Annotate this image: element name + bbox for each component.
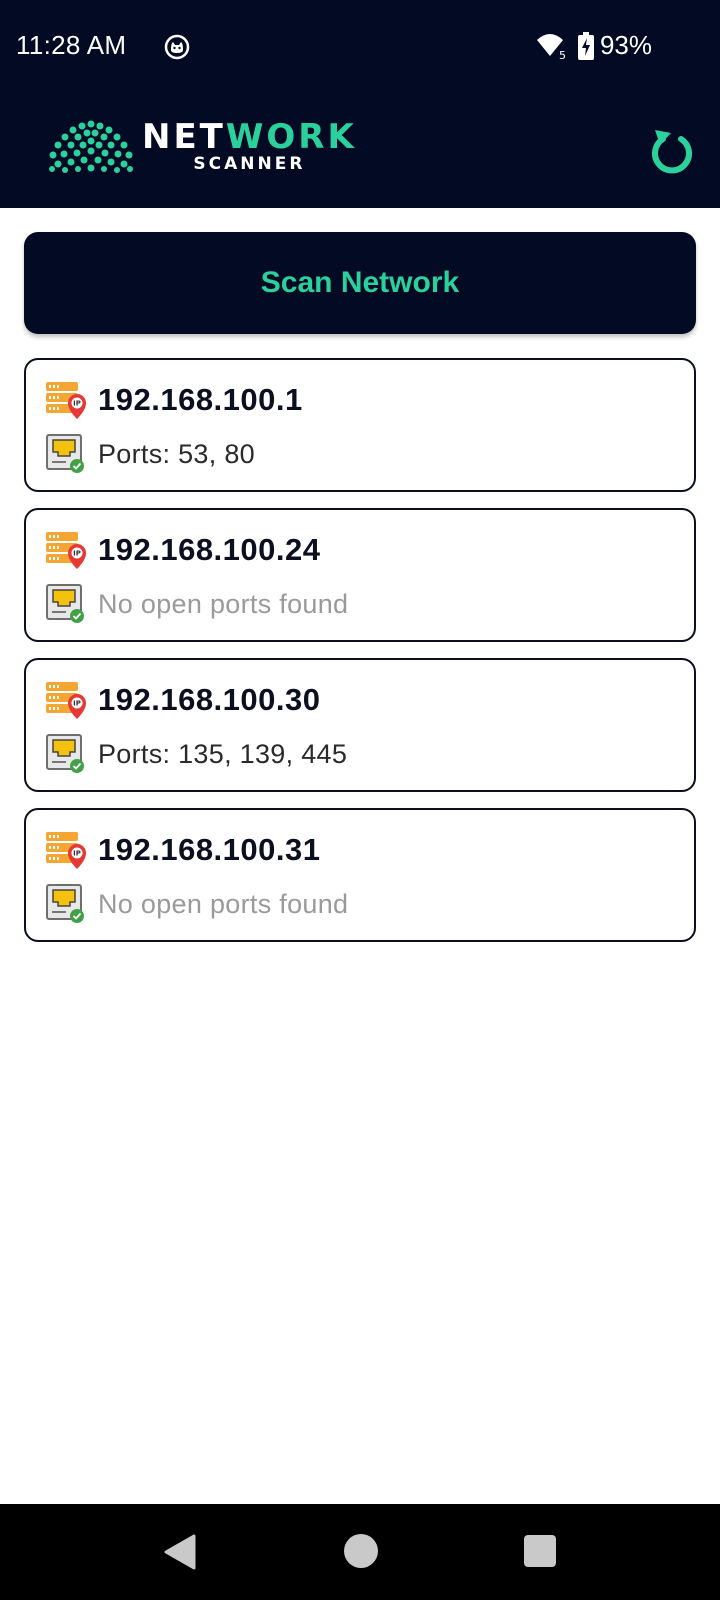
device-ports-row: Ports: 53, 80: [46, 434, 255, 474]
device-card[interactable]: IP 192.168.100.1 Ports: 53, 80: [24, 358, 696, 492]
server-ip-icon: IP: [46, 832, 86, 869]
cat-face-icon: [164, 34, 190, 60]
device-card[interactable]: IP 192.168.100.24 No open ports found: [24, 508, 696, 642]
device-ports-row: No open ports found: [46, 884, 348, 924]
device-ports: Ports: 53, 80: [98, 438, 255, 469]
device-card[interactable]: IP 192.168.100.31 No open ports found: [24, 808, 696, 942]
ethernet-port-icon: [46, 884, 84, 923]
logo-text: NETWORK SCANNER: [142, 120, 357, 173]
device-ip: 192.168.100.1: [98, 382, 303, 417]
scan-network-button[interactable]: Scan Network: [24, 232, 696, 334]
device-list: IP 192.168.100.1 Ports: 53, 80 IP 192.16…: [24, 358, 696, 958]
recents-square-icon[interactable]: [524, 1535, 556, 1567]
wifi-icon: 5: [536, 33, 566, 60]
svg-text:IP: IP: [73, 400, 81, 408]
system-nav-bar: [0, 1504, 720, 1600]
svg-text:IP: IP: [73, 550, 81, 558]
home-circle-icon[interactable]: [344, 1534, 378, 1568]
svg-text:IP: IP: [73, 850, 81, 858]
device-ports-row: Ports: 135, 139, 445: [46, 734, 347, 774]
battery-charging-icon: [577, 31, 594, 60]
status-bar: 11:28 AM 5 93%: [0, 0, 720, 96]
logo-subtitle: SCANNER: [193, 153, 306, 174]
device-card[interactable]: IP 192.168.100.30 Ports: 135, 139, 445: [24, 658, 696, 792]
device-ip-row: IP 192.168.100.30: [46, 680, 321, 720]
wifi-badge: 5: [559, 49, 566, 60]
battery-level: 93%: [599, 30, 652, 60]
svg-text:IP: IP: [73, 700, 81, 708]
device-ports-row: No open ports found: [46, 584, 348, 624]
device-ip: 192.168.100.24: [98, 532, 321, 567]
device-ip: 192.168.100.31: [98, 832, 321, 867]
refresh-icon[interactable]: [648, 126, 696, 178]
device-ip: 192.168.100.30: [98, 682, 321, 717]
back-triangle-icon[interactable]: [164, 1534, 196, 1570]
server-ip-icon: IP: [46, 682, 86, 719]
device-ip-row: IP 192.168.100.24: [46, 530, 321, 570]
ethernet-port-icon: [46, 734, 84, 773]
device-ports: No open ports found: [98, 588, 349, 619]
ethernet-port-icon: [46, 584, 84, 623]
server-ip-icon: IP: [46, 532, 86, 569]
globe-logo-icon: [49, 120, 133, 173]
device-ip-row: IP 192.168.100.31: [46, 830, 321, 870]
ethernet-port-icon: [46, 434, 84, 473]
status-time: 11:28 AM: [16, 30, 127, 60]
device-ip-row: IP 192.168.100.1: [46, 380, 303, 420]
logo-title: NETWORK: [142, 116, 357, 157]
app-header: NETWORK SCANNER: [0, 96, 720, 208]
server-ip-icon: IP: [46, 382, 86, 419]
device-ports: No open ports found: [98, 888, 349, 919]
app-logo: NETWORK SCANNER: [48, 118, 357, 174]
device-ports: Ports: 135, 139, 445: [98, 738, 348, 769]
status-indicators: 5 93%: [536, 30, 652, 61]
